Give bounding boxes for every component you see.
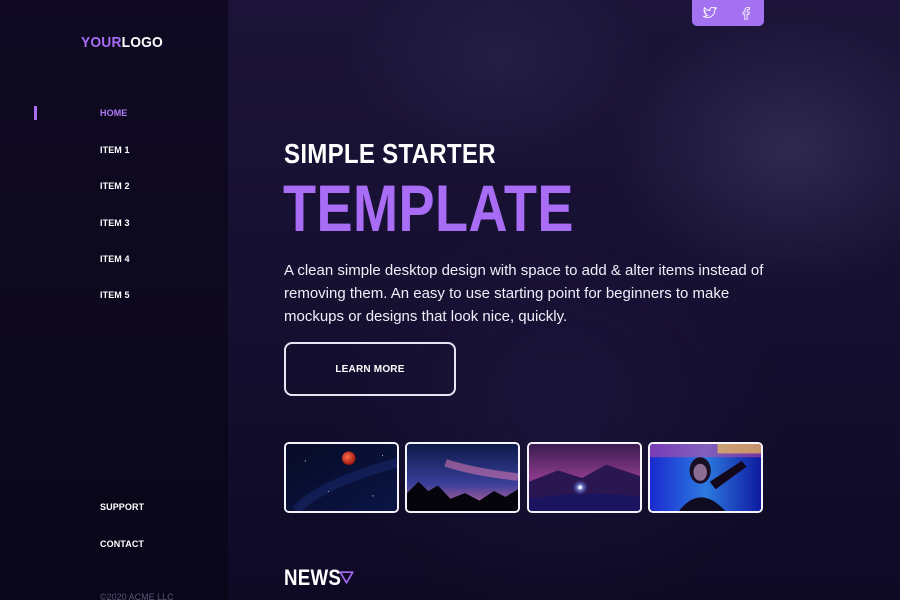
hero-description: A clean simple desktop design with space… (284, 262, 764, 325)
active-indicator (34, 106, 37, 120)
sidebar: YOURLOGO HOME ITEM 1 ITEM 2 ITEM 3 ITEM … (0, 0, 228, 600)
facebook-icon[interactable] (738, 5, 754, 21)
thumbnail-desert-light[interactable] (527, 442, 642, 513)
thumbnail-moon[interactable] (284, 442, 399, 513)
twitter-icon[interactable] (702, 5, 718, 21)
sidebar-item-4[interactable]: ITEM 4 (100, 254, 130, 264)
thumbnail-mountain-sky[interactable] (405, 442, 520, 513)
learn-more-button[interactable]: LEARN MORE (284, 342, 456, 396)
copyright: ©2020 ACME LLC (100, 592, 174, 600)
sidebar-item-support[interactable]: SUPPORT (100, 502, 144, 512)
hero-title: TEMPLATE (283, 171, 574, 245)
logo[interactable]: YOURLOGO (81, 34, 163, 51)
sidebar-item-5[interactable]: ITEM 5 (100, 290, 130, 300)
sidebar-item-3[interactable]: ITEM 3 (100, 218, 130, 228)
sidebar-item-2[interactable]: ITEM 2 (100, 181, 130, 191)
news-heading: NEWS (284, 565, 342, 590)
social-links (692, 0, 764, 26)
sidebar-item-home[interactable]: HOME (100, 108, 127, 118)
sidebar-item-1[interactable]: ITEM 1 (100, 145, 130, 155)
logo-part-logo: LOGO (121, 34, 163, 51)
sidebar-item-contact[interactable]: CONTACT (100, 539, 144, 549)
triangle-down-icon[interactable] (339, 571, 354, 589)
logo-part-your: YOUR (81, 34, 122, 51)
hero-subtitle: SIMPLE STARTER (284, 138, 496, 169)
thumbnail-person-neon[interactable] (648, 442, 763, 513)
